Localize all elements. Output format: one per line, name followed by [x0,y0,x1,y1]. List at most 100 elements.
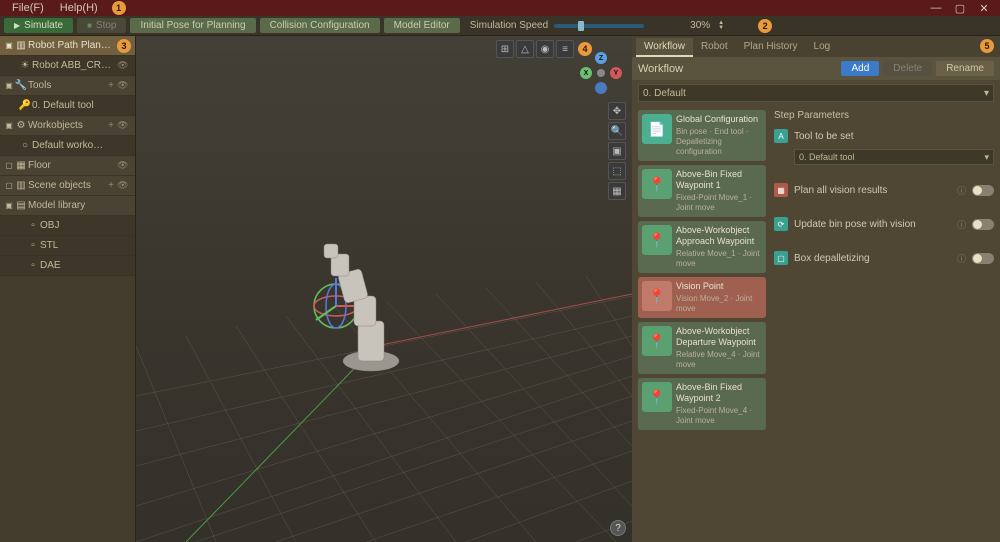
tree-floor-header[interactable]: ▢ ▦ Floor 👁 [0,156,135,176]
initial-pose-button[interactable]: Initial Pose for Planning [130,18,255,33]
toggle-box-depal[interactable] [972,253,994,264]
tree-workobjects-header[interactable]: ▣ ⚙ Workobjects + 👁 [0,116,135,136]
visibility-icon[interactable]: 👁 [117,120,131,131]
tab-workflow[interactable]: Workflow [636,38,693,57]
expand-icon[interactable]: ▢ [4,161,14,170]
sim-speed-thumb[interactable] [578,21,584,31]
axis-center-icon [597,69,605,77]
step-card[interactable]: 📍Vision PointVision Move_2 · Joint move [638,277,766,318]
add-icon[interactable]: + [105,180,117,191]
param-icon: ▦ [774,183,788,197]
step-card[interactable]: 📍Above-Bin Fixed Waypoint 2Fixed-Point M… [638,378,766,430]
axis-bottom-icon[interactable] [595,82,607,94]
pan-icon[interactable]: ✥ [608,102,626,120]
workobject-icon: ○ [18,140,32,151]
scene-icon: ▥ [14,180,28,191]
step-card[interactable]: 📍Above-Bin Fixed Waypoint 1Fixed-Point M… [638,165,766,217]
add-icon[interactable]: + [105,80,117,91]
axis-y-icon[interactable]: Y [610,67,622,79]
axis-x-icon[interactable]: X [580,67,592,79]
move-step-icon: 📍 [642,225,672,255]
list-icon[interactable]: ≡ [556,40,574,58]
fit-icon[interactable]: ▣ [608,142,626,160]
chevron-down-icon: ▾ [984,152,989,163]
grid2-icon[interactable]: ▦ [608,182,626,200]
tab-plan-history[interactable]: Plan History [736,38,806,57]
param-update-bin: ⟳ Update bin pose with vision ⓘ [774,215,994,233]
file-icon: ▫ [26,220,40,231]
param-icon: ⟳ [774,217,788,231]
window-maximize-icon[interactable]: ▢ [948,2,972,15]
tool-select[interactable]: 0. Default tool ▾ [794,149,994,165]
tree-stl[interactable]: ▫ STL [0,236,135,256]
robot-icon: ☀ [18,60,32,71]
step-card[interactable]: 📄Global ConfigurationBin pose · End tool… [638,110,766,161]
step-desc: Fixed-Point Move_1 · Joint move [676,193,762,213]
triangle-icon[interactable]: △ [516,40,534,58]
workflow-select[interactable]: 0. Default ▾ [638,84,994,102]
file-icon: ▫ [26,260,40,271]
expand-icon[interactable]: ▢ [4,181,14,190]
tree-default-workobject[interactable]: ○ Default worko… [0,136,135,156]
rename-button[interactable]: Rename [936,61,994,76]
menu-help[interactable]: Help(H) [52,2,106,14]
move-step-icon: 📍 [642,169,672,199]
tab-log[interactable]: Log [806,38,839,57]
model-editor-button[interactable]: Model Editor [384,18,460,33]
param-box-depal: ▢ Box depalletizing ⓘ [774,249,994,267]
visibility-icon[interactable]: 👁 [117,160,131,171]
sim-speed-stepper[interactable]: ▲▼ [718,21,724,31]
collapse-icon[interactable]: ▣ [4,41,14,50]
info-icon[interactable]: ⓘ [957,252,966,265]
axis-z-icon[interactable]: Z [595,52,607,64]
help-icon[interactable]: ? [610,520,626,536]
tree-dae[interactable]: ▫ DAE [0,256,135,276]
toggle-plan-vision[interactable] [972,185,994,196]
library-icon: ▤ [14,200,28,211]
view-cube[interactable]: Z X Y [580,52,622,94]
3d-viewport[interactable]: ⊞△◉≡ 4 Z X Y ✥🔍▣⬚▦ ? [136,36,632,542]
step-card[interactable]: 📍Above-Workobject Approach WaypointRelat… [638,221,766,273]
viewport-grid [136,36,632,542]
vision-step-icon: 📍 [642,281,672,311]
collapse-icon[interactable]: ▣ [4,81,14,90]
tree-robot[interactable]: ☀ Robot ABB_CRB_1… 👁 [0,56,135,76]
info-icon[interactable]: ⓘ [957,184,966,197]
box-icon[interactable]: ⬚ [608,162,626,180]
tree-default-tool[interactable]: 🔑 0. Default tool [0,96,135,116]
add-button[interactable]: Add [841,61,879,76]
chevron-down-icon: ▾ [984,88,989,99]
step-card[interactable]: 📍Above-Workobject Departure WaypointRela… [638,322,766,374]
sim-speed-slider[interactable] [554,24,644,28]
workflow-header: Workflow Add Delete Rename [632,57,1000,80]
step-title: Above-Bin Fixed Waypoint 1 [676,169,762,191]
window-close-icon[interactable]: ✕ [972,2,996,15]
step-desc: Vision Move_2 · Joint move [676,294,762,314]
add-icon[interactable]: + [105,120,117,131]
menu-file[interactable]: File(F) [4,2,52,14]
collapse-icon[interactable]: ▣ [4,201,14,210]
grid-icon[interactable]: ⊞ [496,40,514,58]
steps-list: 📄Global ConfigurationBin pose · End tool… [638,110,766,538]
tab-robot[interactable]: Robot [693,38,736,57]
tree-obj[interactable]: ▫ OBJ [0,216,135,236]
info-icon[interactable]: ⓘ [957,218,966,231]
toggle-update-bin[interactable] [972,219,994,230]
visibility-icon[interactable]: 👁 [117,60,131,71]
visibility-icon[interactable]: 👁 [117,80,131,91]
collision-config-button[interactable]: Collision Configuration [260,18,380,33]
zoom-icon[interactable]: 🔍 [608,122,626,140]
window-minimize-icon[interactable]: — [924,2,948,14]
global-step-icon: 📄 [642,114,672,144]
tree-scene-header[interactable]: ▢ ▥ Scene objects + 👁 [0,176,135,196]
tree-project-root[interactable]: ▣ ▥ Robot Path Planning… 3 [0,36,135,56]
collapse-icon[interactable]: ▣ [4,121,14,130]
sim-speed-label: Simulation Speed [470,20,548,31]
viewport-top-toolbar: ⊞△◉≡ [496,40,574,58]
simulate-button[interactable]: Simulate [4,18,73,33]
stop-button[interactable]: Stop [77,18,126,33]
tree-modellib-header[interactable]: ▣ ▤ Model library [0,196,135,216]
visibility-icon[interactable]: 👁 [117,180,131,191]
tree-tools-header[interactable]: ▣ 🔧 Tools + 👁 [0,76,135,96]
eye-icon[interactable]: ◉ [536,40,554,58]
